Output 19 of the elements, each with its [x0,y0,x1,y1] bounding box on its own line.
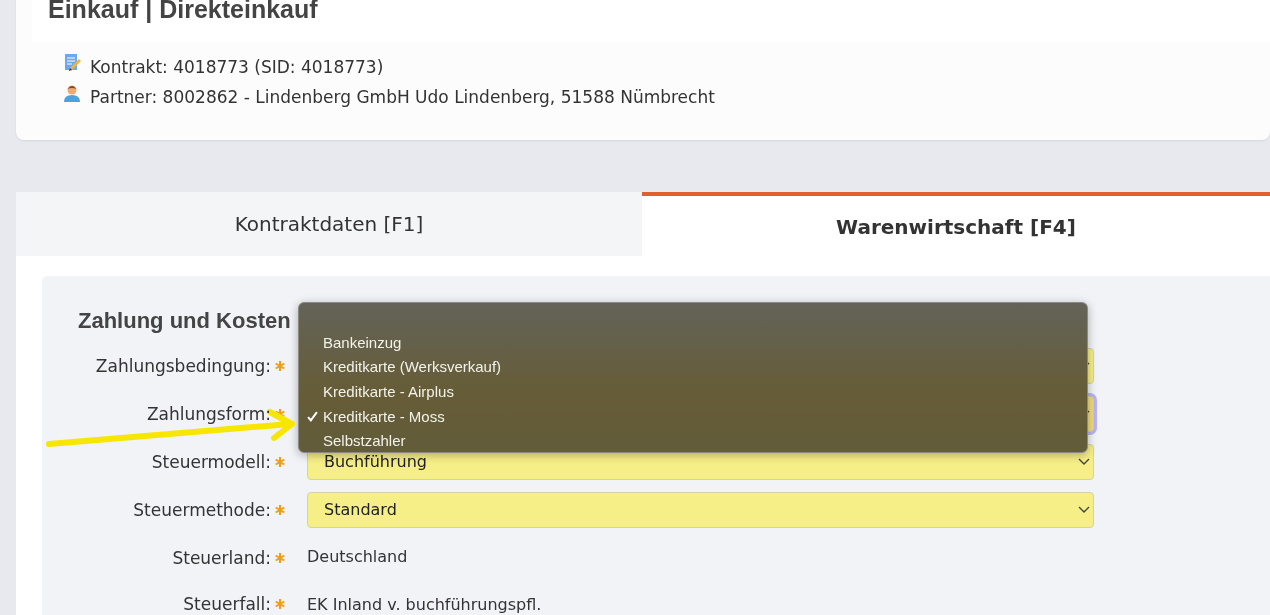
field-label: Steuerfall: [183,594,271,614]
dropdown-option[interactable]: Bankeinzug [307,330,1087,355]
field-label: Steuerland: [172,548,271,568]
dropdown-option[interactable]: Kreditkarte - Moss [307,403,1087,429]
info-text: Kontrakt: 4018773 (SID: 4018773) [90,57,384,77]
field-value: EK Inland v. buchführungspfl. [307,594,542,614]
section-title: Zahlung und Kosten [78,308,292,334]
dropdown-option[interactable]: Kreditkarte - Airplus [307,379,1087,404]
field-label: Zahlungsform: [146,404,271,424]
page-title: Einkauf | Direkteinkauf [48,0,318,24]
dropdown-option[interactable]: Kreditkarte (Werksverkauf) [307,354,1087,380]
info-text: Partner: 8002862 - Lindenberg GmbH Udo Lindenberg, 51588 Nümbrecht [90,87,715,107]
field-label: Steuermodell: [151,452,271,472]
tab[interactable]: Kontraktdaten [F1] [16,192,642,256]
field-value: Deutschland [307,546,408,566]
tab[interactable]: Warenwirtschaft [F4] [642,192,1270,256]
field-label: Steuermethode: [133,500,271,520]
field-label: Zahlungsbedingung: [95,356,271,376]
select-field[interactable]: Standard [307,492,1094,528]
